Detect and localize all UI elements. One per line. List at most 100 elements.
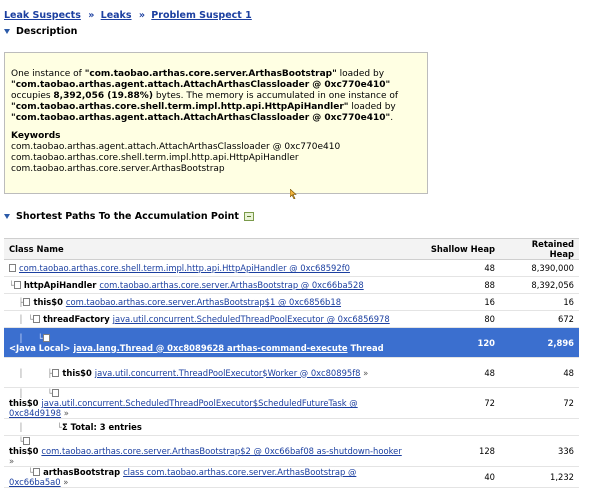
object-suffix: Thread <box>347 342 384 353</box>
shallow-heap-cell: 48 <box>414 259 500 277</box>
table-row[interactable]: ├ this$0 com.taobao.arthas.core.server.Ar… <box>4 293 579 311</box>
retained-heap-cell: 1,232 <box>500 466 579 488</box>
field-name: arthasBootstrap <box>43 467 124 477</box>
expand-more[interactable]: » <box>61 477 68 487</box>
retained-heap-cell <box>500 418 579 436</box>
breadcrumb: Leak Suspects » Leaks » Problem Suspect … <box>4 10 252 21</box>
object-icon <box>9 264 16 272</box>
keyword-item: com.taobao.arthas.core.shell.term.impl.h… <box>11 153 299 163</box>
tree-guide: │ └ <box>9 333 43 343</box>
retained-heap-cell: 2,896 <box>500 327 579 358</box>
desc-text: occupies <box>11 91 54 101</box>
tree-guide: │ └ <box>9 315 34 324</box>
paths-title: Shortest Paths To the Accumulation Point <box>16 211 239 222</box>
field-name: this$0 <box>9 398 42 408</box>
retained-heap-cell: 8,392,056 <box>500 276 579 294</box>
retained-heap-cell: 672 <box>500 310 579 328</box>
object-icon <box>33 315 41 323</box>
object-link[interactable]: com.taobao.arthas.core.shell.term.impl.h… <box>19 263 350 273</box>
tree-guide: │ └ <box>9 423 62 432</box>
object-icon <box>33 468 41 476</box>
shallow-heap-cell: 48 <box>414 357 500 388</box>
shallow-heap-cell: 128 <box>414 435 500 467</box>
object-icon <box>13 281 21 289</box>
tree-guide: └ <box>9 468 34 477</box>
desc-text: loaded by <box>336 69 385 79</box>
keywords-title: Keywords <box>11 131 61 141</box>
shallow-heap-cell: 40 <box>414 466 500 488</box>
table-row[interactable]: └ this$0 com.taobao.arthas.core.server.Ar… <box>4 435 579 467</box>
paths-header[interactable]: Shortest Paths To the Accumulation Point <box>4 211 254 222</box>
table-row[interactable]: com.taobao.arthas.core.shell.term.impl.h… <box>4 259 579 277</box>
tree-guide: ├ <box>9 298 24 307</box>
object-link[interactable]: com.taobao.arthas.core.server.ArthasBoot… <box>99 280 363 290</box>
table-row[interactable]: └ arthasBootstrap class com.taobao.arthas… <box>4 466 579 488</box>
tree-guide: └ <box>9 437 24 446</box>
field-name: <Java Local> <box>9 342 74 353</box>
breadcrumb-separator: » <box>138 10 145 21</box>
field-name: this$0 <box>62 367 95 378</box>
total-entries: Σ Total: 3 entries <box>61 422 142 432</box>
collapse-triangle-icon[interactable] <box>4 29 10 34</box>
object-link[interactable]: com.taobao.arthas.core.server.ArthasBoot… <box>41 446 401 456</box>
column-header-retained-heap[interactable]: Retained Heap <box>500 238 579 260</box>
retained-heap-cell: 8,390,000 <box>500 259 579 277</box>
description-title: Description <box>16 26 78 37</box>
object-icon <box>23 437 31 445</box>
tree-guide: │ └ <box>9 389 53 398</box>
desc-text: . <box>390 113 394 123</box>
column-header-class-name[interactable]: Class Name <box>4 238 414 260</box>
table-row[interactable]: │ └ threadFactory java.util.concurrent.Sc… <box>4 310 579 328</box>
object-icon <box>42 333 50 342</box>
shallow-heap-cell: 120 <box>414 327 500 358</box>
breadcrumb-problem-suspect-1[interactable]: Problem Suspect 1 <box>151 10 251 21</box>
breadcrumb-leaks[interactable]: Leaks <box>101 10 132 21</box>
paths-table: Class Name Shallow Heap Retained Heap co… <box>4 238 579 488</box>
calculator-icon[interactable] <box>243 212 254 221</box>
description-box: One instance of "com.taobao.arthas.core.… <box>4 52 428 194</box>
desc-bytes: 8,392,056 (19.88%) <box>53 91 153 101</box>
column-header-shallow-heap[interactable]: Shallow Heap <box>414 238 500 260</box>
retained-heap-cell: 336 <box>500 435 579 467</box>
description-header[interactable]: Description <box>4 26 77 37</box>
expand-more[interactable]: » <box>361 368 368 378</box>
description-text: One instance of "com.taobao.arthas.core.… <box>11 69 421 124</box>
expand-more[interactable]: » <box>61 408 69 418</box>
table-row[interactable]: └ httpApiHandler com.taobao.arthas.core.s… <box>4 276 579 294</box>
desc-loader: "com.taobao.arthas.agent.attach.AttachAr… <box>11 80 391 90</box>
object-icon <box>52 389 60 397</box>
expand-more[interactable]: » <box>9 456 14 466</box>
shallow-heap-cell <box>414 418 500 436</box>
breadcrumb-separator: » <box>88 10 95 21</box>
shallow-heap-cell: 72 <box>414 387 500 419</box>
object-icon <box>52 368 60 377</box>
breadcrumb-leak-suspects[interactable]: Leak Suspects <box>4 10 81 21</box>
tree-guide: │ ├ <box>9 368 53 378</box>
table-row[interactable]: │ ├ this$0 java.util.concurrent.ThreadPoo… <box>4 357 579 388</box>
retained-heap-cell: 16 <box>500 293 579 311</box>
object-icon <box>23 298 31 306</box>
desc-text: One instance of <box>11 69 85 79</box>
retained-heap-cell: 48 <box>500 357 579 388</box>
shallow-heap-cell: 16 <box>414 293 500 311</box>
shallow-heap-cell: 80 <box>414 310 500 328</box>
desc-text: bytes. The memory is accumulated in one … <box>152 91 399 101</box>
object-link[interactable]: com.taobao.arthas.core.server.ArthasBoot… <box>66 297 341 307</box>
object-link[interactable]: java.util.concurrent.ScheduledThreadPool… <box>113 314 390 324</box>
object-link[interactable]: java.lang.Thread @ 0xc8089628 arthas-com… <box>73 343 347 353</box>
table-row[interactable]: │ └Σ Total: 3 entries <box>4 418 579 436</box>
desc-accumulator: "com.taobao.arthas.core.shell.term.impl.… <box>11 102 349 112</box>
desc-loader: "com.taobao.arthas.agent.attach.AttachAr… <box>11 113 391 123</box>
table-row[interactable]: │ └ this$0 java.util.concurrent.Scheduled… <box>4 387 579 419</box>
desc-class: "com.taobao.arthas.core.server.ArthasBoo… <box>84 69 337 79</box>
field-name: this$0 <box>33 297 66 307</box>
keyword-item: com.taobao.arthas.core.server.ArthasBoot… <box>11 164 225 174</box>
object-link[interactable]: java.util.concurrent.ThreadPoolExecutor$… <box>95 368 361 378</box>
collapse-triangle-icon[interactable] <box>4 214 10 219</box>
shallow-heap-cell: 88 <box>414 276 500 294</box>
desc-text: loaded by <box>348 102 396 112</box>
keyword-item: com.taobao.arthas.agent.attach.AttachArt… <box>11 142 341 152</box>
mouse-cursor-icon <box>290 189 297 199</box>
field-name: this$0 <box>9 446 42 456</box>
table-row-selected[interactable]: │ └ <Java Local> java.lang.Thread @ 0xc80… <box>4 327 579 358</box>
